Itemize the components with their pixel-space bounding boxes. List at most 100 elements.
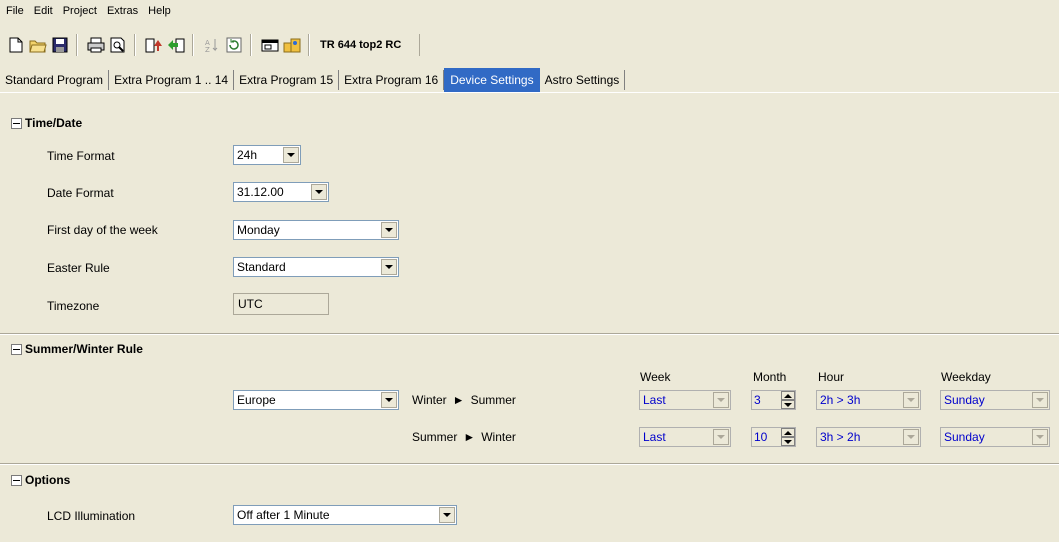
weekday-value: Sunday [944,393,985,407]
menu-help[interactable]: Help [143,5,176,17]
month-stepper[interactable]: 3 [751,390,796,410]
arrow-right-icon: ► [452,393,465,407]
chevron-down-icon[interactable] [381,259,397,275]
rule-to: Winter [481,430,516,444]
lcd-illumination-value: Off after 1 Minute [237,508,330,522]
month-stepper[interactable]: 10 [751,427,796,447]
spin-down-icon[interactable] [781,400,795,409]
lcd-illumination-label: LCD Illumination [47,509,136,523]
collapse-icon[interactable] [11,343,22,355]
date-format-select[interactable]: 31.12.00 [233,182,329,202]
time-format-select[interactable]: 24h [233,145,301,165]
chevron-down-icon[interactable] [713,429,729,445]
spin-up-icon[interactable] [781,428,795,437]
chevron-down-icon[interactable] [439,507,455,523]
tab-device-settings[interactable]: Device Settings [444,68,540,92]
hour-value: 3h > 2h [820,430,861,444]
tab-astro-settings[interactable]: Astro Settings [540,70,626,90]
download-icon[interactable] [166,35,186,55]
print-preview-icon[interactable] [108,35,128,55]
toolbar-separator [134,34,136,56]
hour-value: 2h > 3h [820,393,861,407]
weekday-select[interactable]: Sunday [940,427,1050,447]
chevron-down-icon[interactable] [1032,392,1048,408]
tab-bar: Standard Program Extra Program 1 .. 14 E… [0,68,626,92]
section-divider [0,333,1059,335]
timezone-field: UTC [233,293,329,315]
chevron-down-icon[interactable] [713,392,729,408]
rule-row-label: Summer ► Winter [412,430,516,444]
week-value: Last [643,393,666,407]
chevron-down-icon[interactable] [1032,429,1048,445]
new-icon[interactable] [6,35,26,55]
toolbar-separator [192,34,194,56]
tab-standard-program[interactable]: Standard Program [0,70,110,90]
tab-extra-program-1-14[interactable]: Extra Program 1 .. 14 [109,70,235,90]
menu-file[interactable]: File [0,5,29,17]
options-header-label: Options [25,473,71,487]
spin-up-icon[interactable] [781,391,795,400]
column-weekday: Weekday [941,370,991,384]
timezone-label: Timezone [47,299,100,313]
window-icon[interactable] [260,35,280,55]
hour-select[interactable]: 3h > 2h [816,427,921,447]
time-date-header[interactable]: Time/Date [11,116,82,130]
month-value: 10 [754,430,768,444]
rule-row-label: Winter ► Summer [412,393,516,407]
options-header[interactable]: Options [11,473,70,487]
column-month: Month [753,370,787,384]
column-week: Week [640,370,671,384]
rule-from: Winter [412,393,447,407]
chevron-down-icon[interactable] [903,392,919,408]
first-day-select[interactable]: Monday [233,220,399,240]
menu-edit[interactable]: Edit [29,5,58,17]
spin-down-icon[interactable] [781,437,795,446]
upload-icon[interactable] [144,35,164,55]
first-day-label: First day of the week [47,223,158,237]
chevron-down-icon[interactable] [283,147,299,163]
chevron-down-icon[interactable] [381,392,397,408]
menu-extras[interactable]: Extras [102,5,143,17]
easter-rule-select[interactable]: Standard [233,257,399,277]
week-select[interactable]: Last [639,390,731,410]
lcd-illumination-select[interactable]: Off after 1 Minute [233,505,457,525]
collapse-icon[interactable] [11,117,22,129]
tab-extra-program-15[interactable]: Extra Program 15 [234,70,340,90]
open-icon[interactable] [28,35,48,55]
hour-select[interactable]: 2h > 3h [816,390,921,410]
chevron-down-icon[interactable] [311,184,327,200]
menu-project[interactable]: Project [58,5,102,17]
chevron-down-icon[interactable] [903,429,919,445]
toolbar-separator [76,34,78,56]
first-day-value: Monday [237,223,280,237]
time-format-label: Time Format [47,149,115,163]
month-value: 3 [754,393,761,407]
svg-text:Z: Z [205,46,210,53]
summer-winter-header[interactable]: Summer/Winter Rule [11,342,143,356]
time-date-header-label: Time/Date [25,116,83,130]
toolbar-separator [250,34,252,56]
tab-extra-program-16[interactable]: Extra Program 16 [339,70,445,90]
region-select[interactable]: Europe [233,390,399,410]
tab-divider [0,92,1059,93]
easter-rule-label: Easter Rule [47,261,110,275]
arrow-right-icon: ► [463,430,476,444]
week-select[interactable]: Last [639,427,731,447]
date-format-label: Date Format [47,186,114,200]
menu-bar: File Edit Project Extras Help [0,0,1059,22]
collapse-icon[interactable] [11,474,22,486]
refresh-icon[interactable] [224,35,244,55]
weekday-select[interactable]: Sunday [940,390,1050,410]
section-divider [0,463,1059,465]
sort-icon[interactable]: AZ [202,35,222,55]
rule-to: Summer [470,393,516,407]
device-title: TR 644 top2 RC [320,34,421,56]
timezone-value: UTC [238,297,263,311]
print-icon[interactable] [86,35,106,55]
rule-from: Summer [412,430,458,444]
region-value: Europe [237,393,276,407]
toolbar: AZ TR 644 top2 RC [0,31,1059,59]
save-icon[interactable] [50,35,70,55]
chevron-down-icon[interactable] [381,222,397,238]
users-icon[interactable] [282,35,302,55]
